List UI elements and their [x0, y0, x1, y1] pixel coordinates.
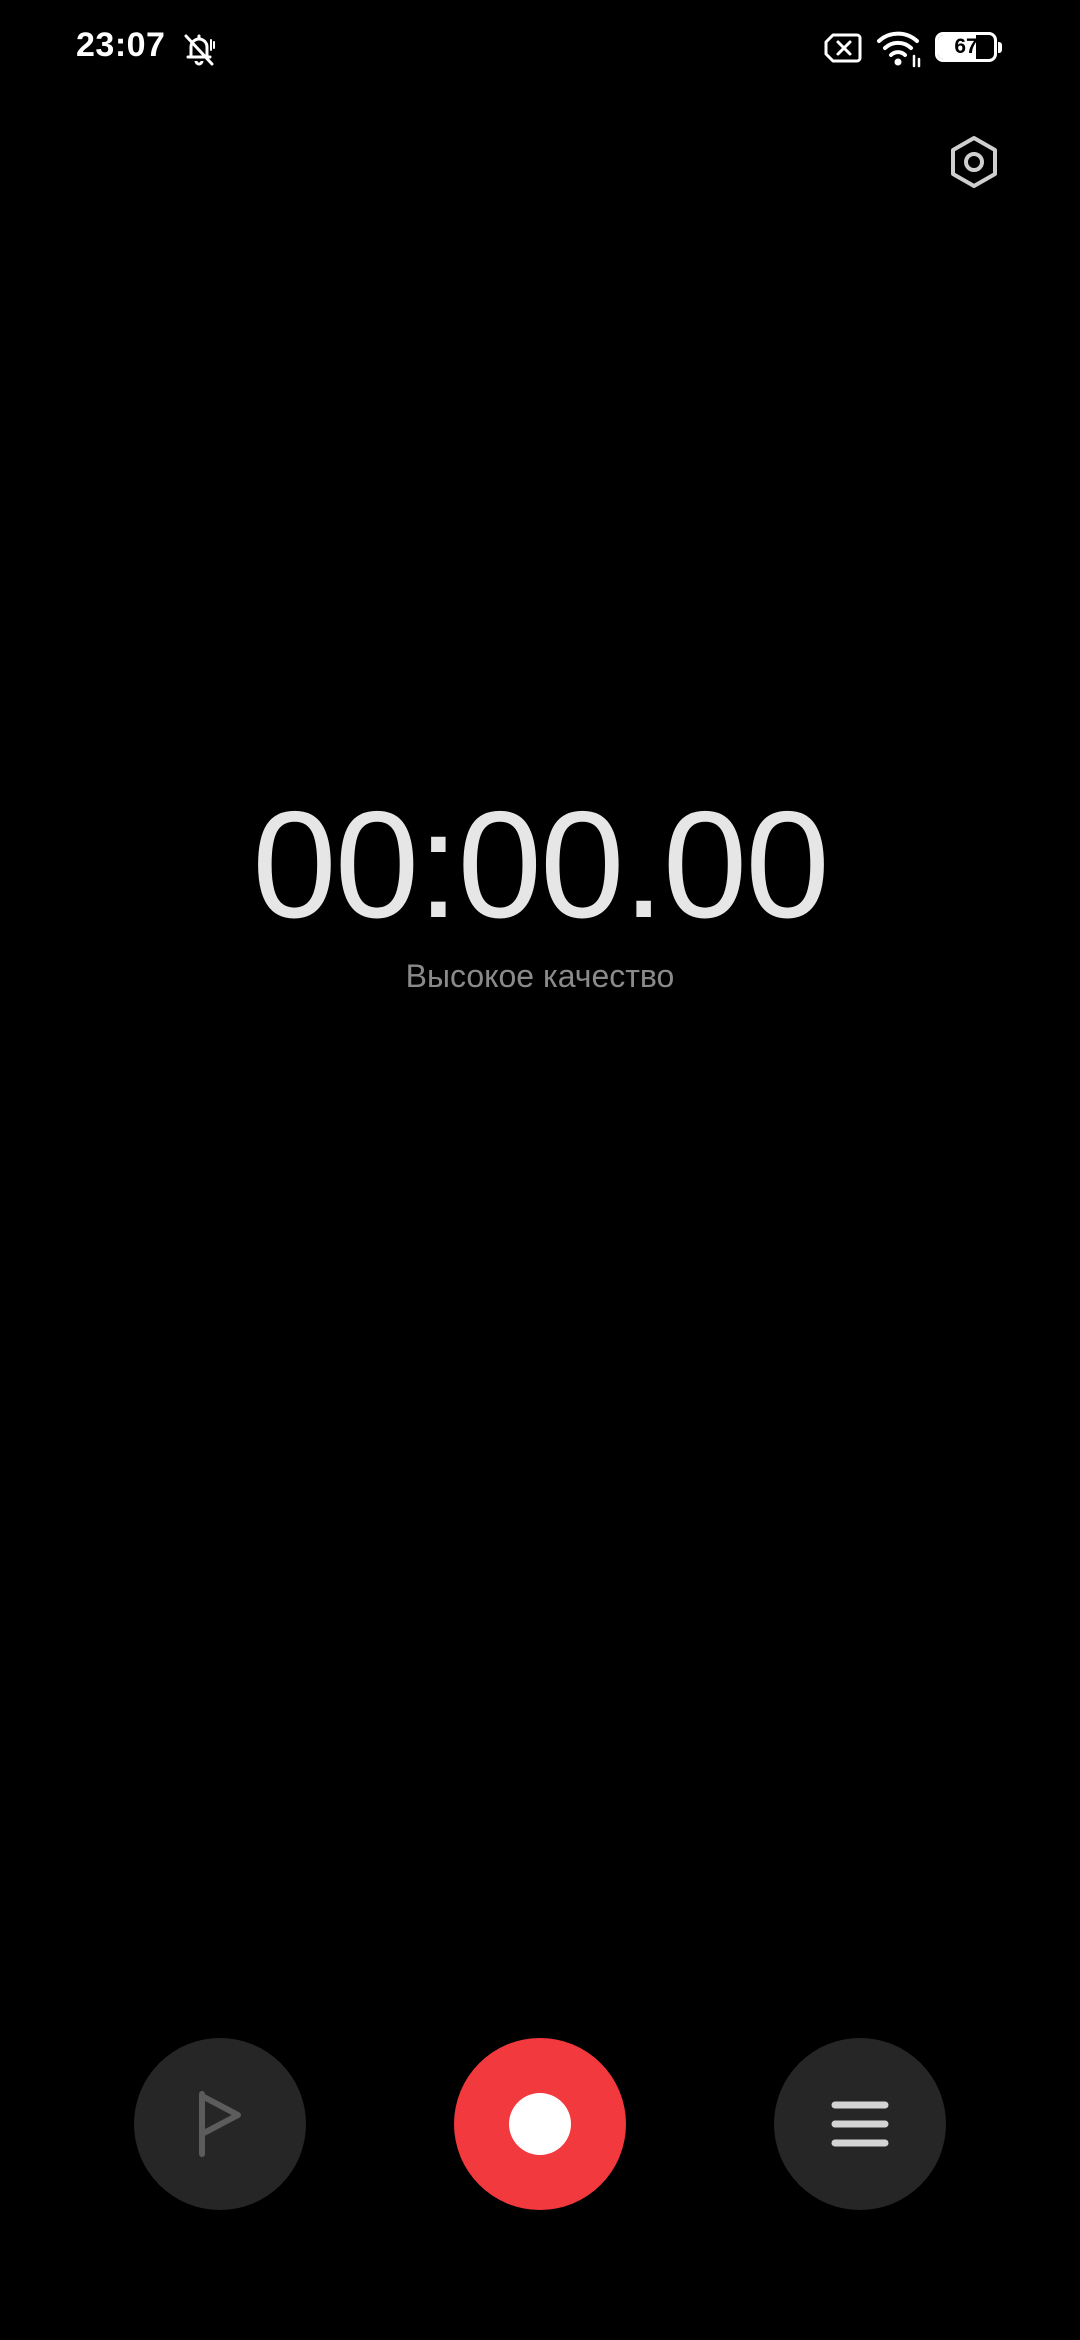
mark-flag-button[interactable] [134, 2038, 306, 2210]
bell-off-icon [180, 30, 218, 68]
gear-icon [951, 136, 997, 188]
recording-timer: 00:00.00 [252, 780, 830, 950]
battery-level: 67 [954, 35, 978, 58]
battery-tip [998, 42, 1002, 53]
record-icon [509, 2093, 571, 2155]
list-icon [831, 2101, 889, 2147]
battery-icon: 67 [935, 32, 1003, 64]
settings-button[interactable] [942, 130, 1006, 194]
quality-label: Высокое качество [405, 958, 675, 994]
recordings-list-button[interactable] [774, 2038, 946, 2210]
status-bar: 23:07 67 [0, 0, 1080, 100]
status-time: 23:07 [76, 26, 166, 64]
flag-icon [199, 2091, 241, 2157]
sim-no-signal-icon [824, 32, 862, 64]
wifi-icon [876, 28, 922, 68]
record-button[interactable] [454, 2038, 626, 2210]
